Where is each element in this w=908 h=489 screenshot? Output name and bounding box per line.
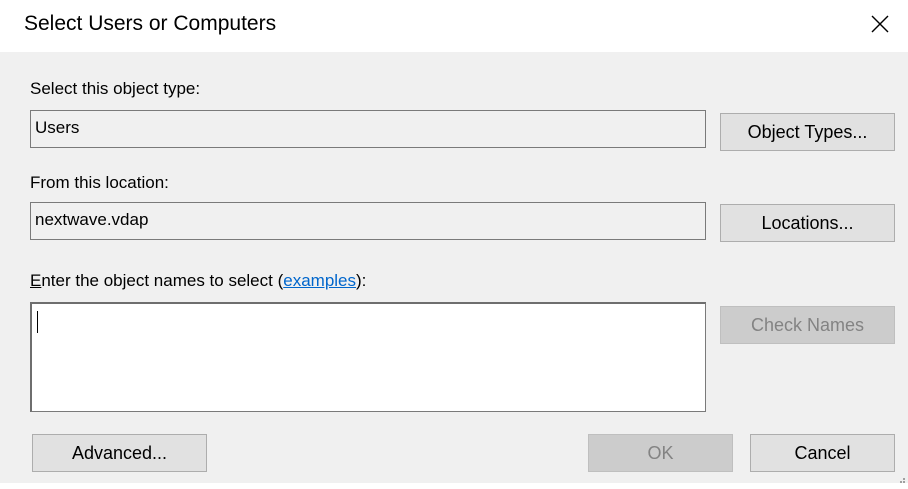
- check-names-button[interactable]: Check Names: [720, 306, 895, 344]
- object-names-input[interactable]: [30, 302, 706, 412]
- ok-button[interactable]: OK: [588, 434, 733, 472]
- close-button[interactable]: [852, 0, 908, 48]
- title-bar: Select Users or Computers: [0, 0, 908, 52]
- dialog-title: Select Users or Computers: [24, 12, 277, 35]
- object-names-label-end: ):: [356, 271, 367, 290]
- resize-grip-icon[interactable]: [896, 471, 906, 483]
- examples-link[interactable]: examples: [283, 271, 356, 290]
- object-names-label: Enter the object names to select (exampl…: [30, 270, 366, 292]
- location-field: nextwave.vdap: [30, 202, 706, 240]
- location-label: From this location:: [30, 173, 169, 192]
- dialog-body: Select this object type: Users Object Ty…: [0, 52, 908, 483]
- object-names-label-accesskey: E: [30, 271, 42, 290]
- advanced-button[interactable]: Advanced...: [32, 434, 207, 472]
- object-type-field: Users: [30, 110, 706, 148]
- object-type-label: Select this object type:: [30, 79, 201, 98]
- object-types-button[interactable]: Object Types...: [720, 113, 895, 151]
- close-icon: [871, 15, 889, 33]
- cancel-button[interactable]: Cancel: [750, 434, 895, 472]
- locations-button[interactable]: Locations...: [720, 204, 895, 242]
- object-names-label-text: nter the object names to select (: [41, 271, 284, 290]
- text-caret: [37, 311, 38, 333]
